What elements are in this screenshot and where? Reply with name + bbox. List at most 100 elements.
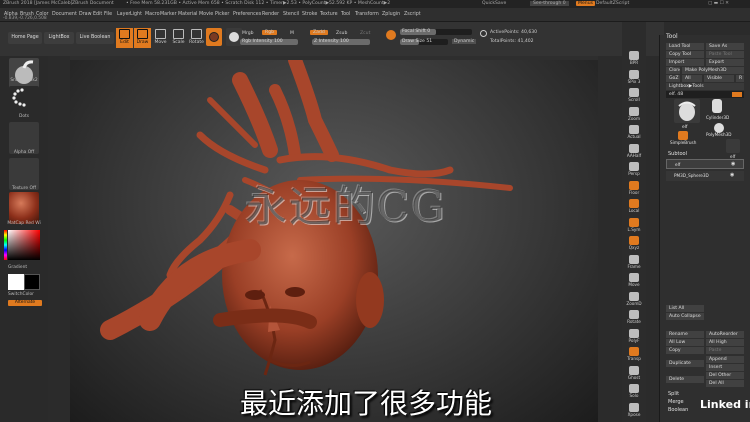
viewport-canvas[interactable]: 永远的CG 最近添加了很多功能 (70, 60, 598, 422)
rgb-toggle[interactable]: Rgb (262, 30, 278, 35)
material-swatch-button[interactable] (206, 28, 222, 46)
del-other-button[interactable]: Del Other (706, 372, 744, 379)
eye-icon[interactable]: ◉ (730, 172, 734, 178)
menu-macro[interactable]: Macro (145, 12, 160, 17)
all-button[interactable]: All (682, 75, 702, 82)
m-toggle[interactable]: M (290, 31, 294, 36)
dock-aahalf[interactable]: AAHalf (624, 143, 644, 160)
cylinder3d-icon[interactable] (712, 99, 722, 113)
copy-tool-button[interactable]: Copy Tool (666, 51, 704, 58)
mrgb-toggle[interactable]: Mrgb (242, 31, 254, 36)
menus-button[interactable]: Menus (576, 1, 596, 6)
switchcolor-button[interactable]: SwitchColor (0, 292, 48, 297)
zadd-toggle[interactable]: Zadd (310, 30, 328, 35)
menu-layer[interactable]: Layer (117, 12, 130, 17)
draw-size-slider[interactable]: Draw Size 51 (400, 39, 448, 45)
focal-shift-slider[interactable]: Focal Shift 0 (400, 29, 472, 35)
dock-solo[interactable]: Solo (624, 383, 644, 400)
all-low-button[interactable]: All Low (666, 339, 704, 346)
edit-button[interactable]: Edit (116, 28, 133, 48)
dock-floor[interactable]: Floor (624, 180, 644, 197)
zsub-toggle[interactable]: Zsub (336, 31, 347, 36)
dock-zoom[interactable]: Zoom (624, 106, 644, 123)
move-button[interactable]: Move (152, 28, 169, 48)
auto-reorder-button[interactable]: AutoReorder (706, 331, 744, 338)
dock-scroll[interactable]: Scroll (624, 87, 644, 104)
menu-document[interactable]: Document (52, 12, 77, 17)
merge-header[interactable]: Merge (668, 399, 684, 405)
menu-zscript[interactable]: Zscript (404, 12, 421, 17)
export-button[interactable]: Export (706, 59, 744, 66)
auto-collapse-button[interactable]: Auto Collapse (666, 313, 704, 320)
copy-button[interactable]: Copy (666, 347, 704, 354)
r-button[interactable]: R (736, 75, 744, 82)
simplebrush-icon[interactable] (678, 131, 688, 140)
menu-stroke[interactable]: Stroke (302, 12, 317, 17)
hue-strip[interactable] (4, 230, 7, 260)
delete-button[interactable]: Delete (666, 376, 704, 383)
see-through-slider[interactable]: See-through 0 (530, 1, 569, 6)
dock-frame[interactable]: Frame (624, 254, 644, 271)
list-all-button[interactable]: List All (666, 305, 704, 312)
quicksave-button[interactable]: QuickSave (482, 1, 506, 6)
subtool-item[interactable]: elf ◉ (666, 159, 744, 169)
home-page-button[interactable]: Home Page (8, 32, 42, 44)
paste-tool-button[interactable]: Paste Tool (706, 51, 744, 58)
dock-xpose[interactable]: Xpose (624, 402, 644, 419)
menu-movie[interactable]: Movie (199, 12, 213, 17)
dock-qxyz[interactable]: Qxyz (624, 235, 644, 252)
all-high-button[interactable]: All High (706, 339, 744, 346)
scale-button[interactable]: Scale (170, 28, 187, 48)
duplicate-button[interactable]: Duplicate (666, 360, 704, 367)
visible-button[interactable]: Visible (704, 75, 734, 82)
eye-icon[interactable]: ◉ (731, 161, 735, 167)
color-picker[interactable] (8, 230, 40, 260)
insert-button[interactable]: Insert (706, 364, 744, 371)
dock-l-sym[interactable]: L.Sym (624, 217, 644, 234)
menu-render[interactable]: Render (262, 12, 279, 17)
rgb-intensity-slider[interactable]: Rgb Intensity 100 (240, 39, 298, 45)
z-intensity-slider[interactable]: Z Intensity 100 (312, 39, 370, 45)
boolean-header[interactable]: Boolean (668, 407, 688, 413)
save-as-button[interactable]: Save As (706, 43, 744, 50)
lightbox-tools-button[interactable]: Lightbox▶Tools (666, 83, 744, 90)
make-polymesh-button[interactable]: Make PolyMesh3D (682, 67, 744, 74)
menu-marker[interactable]: Marker (160, 12, 177, 17)
subtool-item[interactable]: PM3D_Sphere3D ◉ (666, 171, 744, 181)
menu-material[interactable]: Material (178, 12, 198, 17)
menu-light[interactable]: Light (130, 12, 142, 17)
dock-local[interactable]: Local (624, 198, 644, 215)
dock-bpr[interactable]: BPR (624, 50, 644, 67)
subtool-header[interactable]: Subtool (668, 151, 687, 157)
main-color-swatch[interactable] (8, 274, 24, 290)
dock-ghost[interactable]: Ghost (624, 365, 644, 382)
zcut-toggle[interactable]: Zcut (360, 31, 370, 36)
window-controls-icon[interactable]: ▢ ▬ ☐ ✕ (708, 1, 729, 6)
menu-picker[interactable]: Picker (215, 12, 229, 17)
dock-polyf[interactable]: PolyF (624, 328, 644, 345)
del-all-button[interactable]: Del All (706, 380, 744, 387)
dock-rotate[interactable]: Rotate (624, 309, 644, 326)
menu-texture[interactable]: Texture (320, 12, 338, 17)
menu-file[interactable]: File (104, 12, 112, 17)
load-tool-button[interactable]: Load Tool (666, 43, 704, 50)
clone-button[interactable]: Clone (666, 67, 680, 74)
material-thumbnail[interactable] (9, 192, 39, 224)
dock-move[interactable]: Move (624, 272, 644, 289)
draw-button[interactable]: Draw (134, 28, 151, 48)
lightbox-button[interactable]: LightBox (44, 32, 74, 44)
menu-edit[interactable]: Edit (93, 12, 102, 17)
dynamic-toggle[interactable]: Dynamic (452, 39, 477, 44)
dock-zoomd[interactable]: ZoomD (624, 291, 644, 308)
menu-draw[interactable]: Draw (79, 12, 92, 17)
menu-transform[interactable]: Transform (355, 12, 379, 17)
menu-preferences[interactable]: Preferences (233, 12, 261, 17)
live-boolean-button[interactable]: Live Boolean (76, 32, 114, 44)
dock-actual[interactable]: Actual (624, 124, 644, 141)
tool-thumb-elf[interactable] (674, 99, 700, 123)
menu-zplugin[interactable]: Zplugin (382, 12, 400, 17)
menu-tool[interactable]: Tool (341, 12, 350, 17)
split-header[interactable]: Split (668, 391, 679, 397)
goz-button[interactable]: GoZ (666, 75, 680, 82)
paste-button[interactable]: Paste (706, 347, 744, 354)
